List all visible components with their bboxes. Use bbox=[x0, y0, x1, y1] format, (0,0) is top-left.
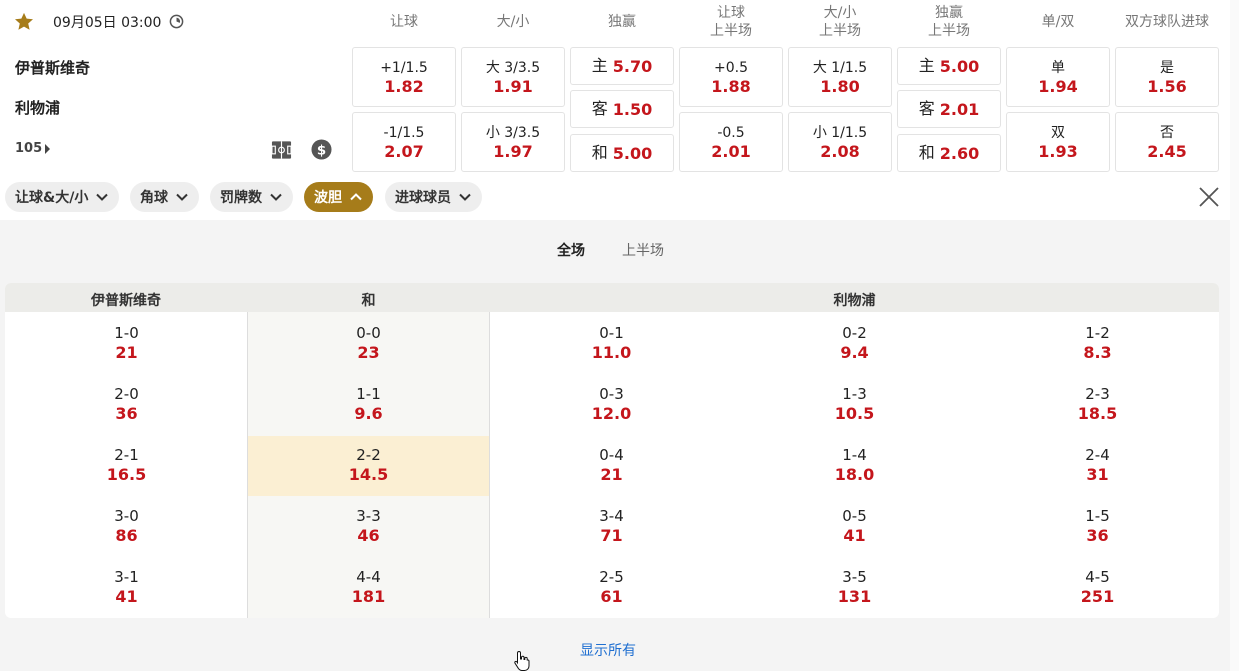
header-handicap-1h: 让球 上半场 bbox=[710, 5, 752, 39]
chevron-down-icon bbox=[96, 193, 109, 201]
odd-under[interactable]: 小 3/3.5 1.97 bbox=[461, 112, 565, 172]
header-moneyline: 独赢 bbox=[608, 14, 636, 30]
score-cell[interactable]: 1-0 21 bbox=[5, 314, 248, 374]
star-icon[interactable] bbox=[13, 11, 35, 33]
more-markets-link[interactable]: 105 bbox=[15, 141, 51, 156]
odd-over-1h[interactable]: 大 1/1.5 1.80 bbox=[788, 47, 892, 107]
odd-odd[interactable]: 单 1.94 bbox=[1006, 47, 1110, 107]
header-handicap: 让球 bbox=[390, 14, 418, 30]
score-cell[interactable]: 3-5 131 bbox=[733, 558, 976, 618]
correct-score-panel: 全场 上半场 伊普斯维奇 和 利物浦 1-0 21 2-0 36 2-1 16.5 3… bbox=[0, 220, 1230, 671]
hand-cursor-icon bbox=[514, 650, 530, 671]
chevron-down-icon bbox=[459, 193, 471, 201]
score-cell[interactable]: 2-3 18.5 bbox=[976, 375, 1219, 435]
correct-score-table: 伊普斯维奇 和 利物浦 1-0 21 2-0 36 2-1 16.5 3-0 86 3-… bbox=[5, 283, 1219, 618]
filter-chip-goalscorer[interactable]: 进球球员 bbox=[385, 182, 482, 212]
filter-chip-correct-score[interactable]: 波胆 bbox=[304, 182, 373, 212]
tab-full-time[interactable]: 全场 bbox=[557, 240, 585, 260]
score-cell-highlighted[interactable]: 2-2 14.5 bbox=[248, 436, 489, 496]
score-cell[interactable]: 1-3 10.5 bbox=[733, 375, 976, 435]
filter-chip-cards[interactable]: 罚牌数 bbox=[210, 182, 293, 212]
chevron-up-icon bbox=[350, 193, 362, 201]
odd-moneyline-1h-away[interactable]: 客 2.01 bbox=[897, 90, 1001, 128]
odd-under-1h[interactable]: 小 1/1.5 2.08 bbox=[788, 112, 892, 172]
odd-handicap-1h-away[interactable]: -0.5 2.01 bbox=[679, 112, 783, 172]
pitch-icon[interactable] bbox=[271, 140, 292, 160]
score-cell[interactable]: 4-4 181 bbox=[248, 558, 489, 618]
filter-chip-corners[interactable]: 角球 bbox=[130, 182, 199, 212]
caret-right-icon bbox=[45, 143, 51, 154]
score-cell[interactable]: 0-0 23 bbox=[248, 314, 489, 374]
header-draw: 和 bbox=[361, 293, 376, 309]
score-cell[interactable]: 0-2 9.4 bbox=[733, 314, 976, 374]
odd-moneyline-1h-home[interactable]: 主 5.00 bbox=[897, 47, 1001, 85]
header-odd-even: 单/双 bbox=[1041, 14, 1075, 30]
odd-moneyline-1h-draw[interactable]: 和 2.60 bbox=[897, 134, 1001, 172]
odd-over[interactable]: 大 3/3.5 1.91 bbox=[461, 47, 565, 107]
header-over-under-1h: 大/小 上半场 bbox=[819, 5, 861, 39]
score-cell[interactable]: 1-4 18.0 bbox=[733, 436, 976, 496]
header-away: 利物浦 bbox=[833, 293, 876, 309]
score-cell[interactable]: 3-3 46 bbox=[248, 497, 489, 557]
score-cell[interactable]: 0-5 41 bbox=[733, 497, 976, 557]
score-cell[interactable]: 3-0 86 bbox=[5, 497, 248, 557]
close-icon[interactable] bbox=[1198, 186, 1220, 208]
odd-btts-yes[interactable]: 是 1.56 bbox=[1115, 47, 1219, 107]
market-filter-bar: 让球&大/小 角球 罚牌数 波胆 进球球员 bbox=[0, 178, 1230, 220]
score-cell[interactable]: 0-4 21 bbox=[490, 436, 733, 496]
match-card: 09月05日 03:00 伊普斯维奇 利物浦 105 $ 让球 大/小 独赢 让… bbox=[0, 0, 1230, 178]
score-cell[interactable]: 3-1 41 bbox=[5, 558, 248, 618]
odd-moneyline-home[interactable]: 主 5.70 bbox=[570, 47, 674, 85]
dollar-icon[interactable]: $ bbox=[311, 139, 332, 160]
score-cell[interactable]: 3-4 71 bbox=[490, 497, 733, 557]
scrollbar-track[interactable] bbox=[1230, 0, 1239, 671]
show-all-link[interactable]: 显示所有 bbox=[580, 640, 636, 660]
odd-moneyline-away[interactable]: 客 1.50 bbox=[570, 90, 674, 128]
score-cell[interactable]: 1-2 8.3 bbox=[976, 314, 1219, 374]
header-home: 伊普斯维奇 bbox=[91, 293, 161, 309]
away-team-name: 利物浦 bbox=[15, 99, 61, 117]
score-cell[interactable]: 2-1 16.5 bbox=[5, 436, 248, 496]
header-moneyline-1h: 独赢 上半场 bbox=[928, 5, 970, 39]
more-markets-count: 105 bbox=[15, 141, 43, 156]
score-cell[interactable]: 0-3 12.0 bbox=[490, 375, 733, 435]
clock-icon bbox=[169, 14, 184, 29]
header-btts: 双方球队进球 bbox=[1125, 14, 1209, 30]
score-cell[interactable]: 2-5 61 bbox=[490, 558, 733, 618]
filter-chip-handicap-ou[interactable]: 让球&大/小 bbox=[5, 182, 120, 212]
score-cell[interactable]: 2-4 31 bbox=[976, 436, 1219, 496]
odd-handicap-1h-home[interactable]: +0.5 1.88 bbox=[679, 47, 783, 107]
tab-first-half[interactable]: 上半场 bbox=[622, 240, 664, 260]
score-cell[interactable]: 0-1 11.0 bbox=[490, 314, 733, 374]
score-cell[interactable]: 1-1 9.6 bbox=[248, 375, 489, 435]
odd-handicap-away[interactable]: -1/1.5 2.07 bbox=[352, 112, 456, 172]
odd-btts-no[interactable]: 否 2.45 bbox=[1115, 112, 1219, 172]
score-cell[interactable]: 2-0 36 bbox=[5, 375, 248, 435]
odd-even[interactable]: 双 1.93 bbox=[1006, 112, 1110, 172]
svg-text:$: $ bbox=[317, 143, 326, 158]
score-cell[interactable]: 4-5 251 bbox=[976, 558, 1219, 618]
chevron-down-icon bbox=[176, 193, 188, 201]
header-over-under: 大/小 bbox=[496, 14, 530, 30]
chevron-down-icon bbox=[270, 193, 282, 201]
correct-score-header: 伊普斯维奇 和 利物浦 bbox=[5, 283, 1219, 312]
home-team-name: 伊普斯维奇 bbox=[15, 59, 91, 77]
score-cell[interactable]: 1-5 36 bbox=[976, 497, 1219, 557]
odd-moneyline-draw[interactable]: 和 5.00 bbox=[570, 134, 674, 172]
match-datetime: 09月05日 03:00 bbox=[53, 15, 162, 31]
odd-handicap-home[interactable]: +1/1.5 1.82 bbox=[352, 47, 456, 107]
